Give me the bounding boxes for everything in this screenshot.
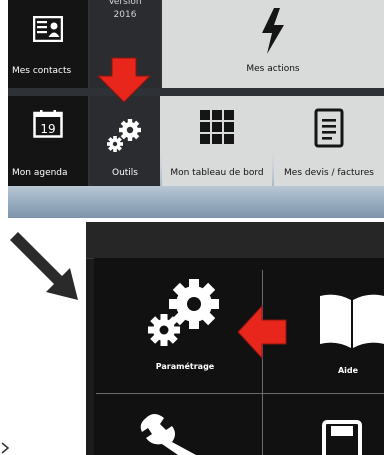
- floppy-icon: [322, 420, 362, 455]
- wrench-icon: [140, 414, 196, 455]
- tile-devis-factures[interactable]: Mes devis / factures: [274, 96, 384, 186]
- tile-label: Mon agenda: [12, 168, 68, 178]
- dark-arrow-diagonal: [10, 232, 78, 300]
- divider-vertical: [262, 270, 263, 455]
- cursor-icon: [1, 442, 10, 454]
- divider-horizontal: [96, 393, 384, 394]
- red-arrow-left: [237, 304, 287, 360]
- book-icon: [320, 294, 384, 348]
- parametrage-label: Paramétrage: [155, 362, 215, 371]
- tile-label: Mes devis / factures: [284, 168, 374, 178]
- calendar-day: 19: [40, 122, 55, 136]
- tile-label: Outils: [111, 168, 138, 178]
- tile-outils[interactable]: Outils: [90, 96, 160, 186]
- tile-label: Mon tableau de bord: [170, 168, 264, 178]
- background-sky: [8, 186, 384, 218]
- aide-button[interactable]: Aide: [300, 290, 384, 390]
- gears-icon: [148, 279, 219, 346]
- tile-mes-contacts[interactable]: Mes contacts: [8, 0, 88, 88]
- contact-card-icon: [33, 16, 63, 42]
- tile-label: Mes actions: [246, 64, 300, 74]
- calendar-icon: 19: [33, 110, 63, 138]
- header-bar: [86, 222, 384, 259]
- top-screenshot: Mes contacts Version 2016 Mes actions 19…: [8, 0, 384, 218]
- tile-label: Mes contacts: [12, 66, 72, 76]
- aide-label: Aide: [337, 366, 359, 375]
- tile-mes-actions[interactable]: Mes actions: [162, 0, 384, 88]
- gears-icon: [107, 119, 141, 152]
- lightning-icon: [262, 8, 284, 54]
- version-text: Version 2016: [108, 0, 142, 20]
- tile-tableau-de-bord[interactable]: Mon tableau de bord: [162, 96, 272, 186]
- document-icon: [314, 108, 344, 148]
- grid-icon: [200, 110, 234, 144]
- red-arrow-down: [96, 57, 152, 103]
- tile-mon-agenda[interactable]: 19 Mon agenda: [8, 96, 88, 186]
